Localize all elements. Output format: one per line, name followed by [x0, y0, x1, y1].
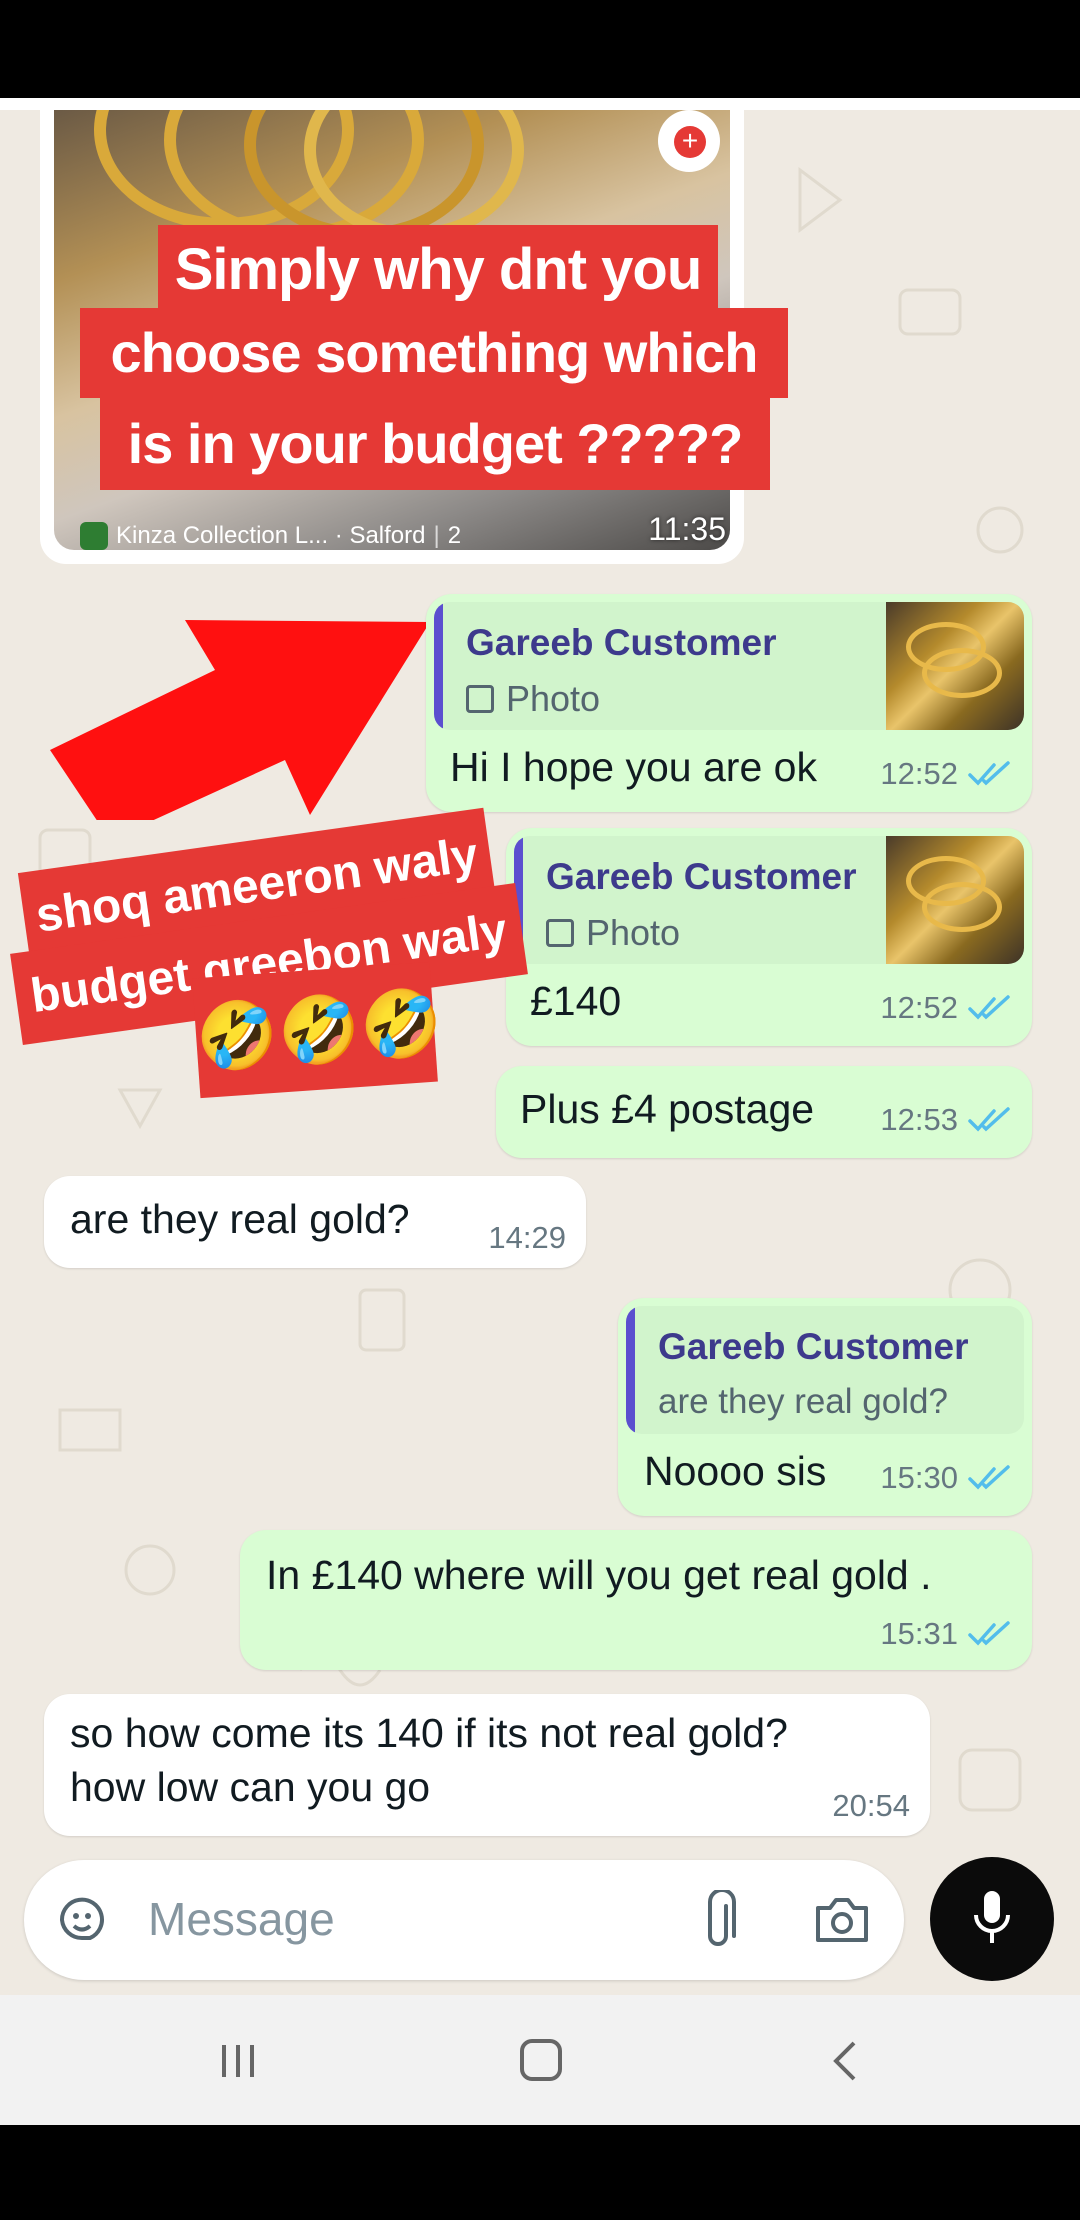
message-time: 12:53	[880, 1102, 958, 1137]
quoted-text: Photo	[586, 912, 681, 953]
message-time: 12:52	[880, 990, 958, 1025]
message-meta: 12:52	[880, 756, 1012, 792]
back-icon[interactable]	[826, 2039, 866, 2083]
message-text: are they real gold?	[70, 1196, 410, 1242]
quoted-sender: Gareeb Customer	[466, 622, 777, 663]
message-input[interactable]: Message	[148, 1892, 335, 1946]
image-timestamp: 11:35	[648, 511, 726, 547]
plus-badge: +	[658, 110, 720, 172]
double-check-icon	[968, 1107, 1010, 1132]
message-time: 12:52	[880, 756, 958, 791]
quoted-reply[interactable]: Gareeb Customer Photo	[514, 836, 1024, 964]
quoted-reply[interactable]: Gareeb Customer Photo	[434, 602, 1024, 730]
incoming-message[interactable]: so how come its 140 if its not real gold…	[44, 1694, 930, 1836]
message-text: Hi I hope you are ok	[450, 744, 817, 790]
message-time: 15:31	[880, 1616, 958, 1651]
caption-line-3: is in your budget ?????	[100, 398, 770, 490]
quoted-thumbnail	[886, 836, 1024, 964]
caption-line-2: choose something which	[80, 308, 788, 398]
message-time: 20:54	[832, 1788, 910, 1823]
add-icon: +	[674, 126, 706, 158]
location-tag: Kinza Collection L... · Salford | 2	[80, 522, 461, 550]
incoming-message[interactable]: are they real gold? 14:29	[44, 1176, 586, 1268]
outgoing-message[interactable]: Gareeb Customer are they real gold? Nooo…	[618, 1298, 1032, 1516]
voice-record-button[interactable]	[930, 1857, 1054, 1981]
chat-area[interactable]: + Kinza Collection L... · Salford | 2 11…	[0, 110, 1080, 1995]
message-text: Noooo sis	[644, 1448, 827, 1494]
message-time: 14:29	[488, 1220, 566, 1255]
system-nav-bar	[0, 1995, 1080, 2125]
quoted-reply[interactable]: Gareeb Customer are they real gold?	[626, 1306, 1024, 1434]
message-text: In £140 where will you get real gold .	[266, 1552, 932, 1598]
attach-icon[interactable]	[694, 1890, 744, 1952]
double-check-icon	[968, 1465, 1010, 1490]
recent-apps-icon[interactable]	[216, 2039, 260, 2083]
quoted-sender: Gareeb Customer	[658, 1326, 969, 1367]
header-strip	[0, 98, 1080, 110]
overlay-emojis: 🤣🤣🤣	[192, 961, 445, 1099]
message-meta: 14:29	[488, 1220, 566, 1256]
message-meta: 15:31	[880, 1616, 1012, 1652]
bottom-bar	[0, 2125, 1080, 2220]
quoted-sender: Gareeb Customer	[546, 856, 857, 897]
double-check-icon	[968, 1621, 1010, 1646]
message-meta: 12:53	[880, 1102, 1012, 1138]
message-time: 15:30	[880, 1460, 958, 1495]
mic-icon	[974, 1891, 1010, 1943]
photo-icon	[546, 919, 574, 947]
camera-icon[interactable]	[814, 1894, 870, 1944]
message-text-line-2: how low can you go	[70, 1764, 431, 1810]
quoted-text: Photo	[506, 678, 601, 719]
message-composer[interactable]: Message	[24, 1860, 904, 1980]
message-meta: 15:30	[880, 1460, 1012, 1496]
message-meta: 12:52	[880, 990, 1012, 1026]
double-check-icon	[968, 761, 1010, 786]
outgoing-message[interactable]: Plus £4 postage 12:53	[496, 1066, 1032, 1158]
outgoing-message[interactable]: Gareeb Customer Photo £140 12:52	[506, 828, 1032, 1046]
sticker-icon[interactable]	[54, 1892, 110, 1948]
outgoing-message[interactable]: Gareeb Customer Photo Hi I hope you are …	[426, 594, 1032, 812]
quoted-thumbnail	[886, 602, 1024, 730]
quoted-text: are they real gold?	[658, 1382, 948, 1421]
caption-line-1: Simply why dnt you	[158, 225, 718, 315]
location-icon	[80, 522, 108, 550]
status-bar	[0, 0, 1080, 98]
photo-icon	[466, 685, 494, 713]
home-icon[interactable]	[518, 2037, 564, 2083]
outgoing-message[interactable]: In £140 where will you get real gold . 1…	[240, 1530, 1032, 1670]
red-arrow-icon	[50, 620, 430, 820]
message-text: Plus £4 postage	[520, 1086, 815, 1132]
message-meta: 20:54	[832, 1788, 910, 1824]
double-check-icon	[968, 995, 1010, 1020]
message-text-line-1: so how come its 140 if its not real gold…	[70, 1710, 788, 1756]
message-text: £140	[530, 978, 622, 1024]
